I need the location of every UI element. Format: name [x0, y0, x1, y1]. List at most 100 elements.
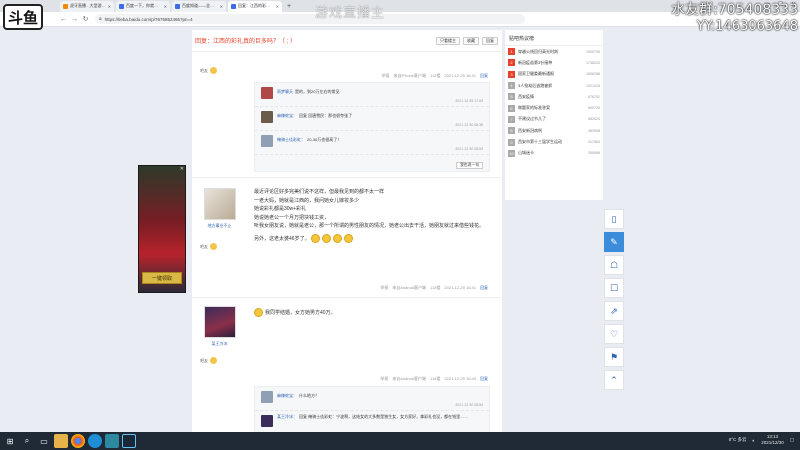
report-icon[interactable]: ⚑	[604, 347, 624, 367]
app-icon[interactable]	[105, 434, 119, 448]
avatar[interactable]	[261, 391, 273, 403]
search-icon[interactable]: ⌕	[20, 434, 34, 448]
hot-topic-item[interactable]: 3 国家卫健委最新通报 1698288	[505, 69, 603, 80]
report-link[interactable]: 举报	[382, 73, 390, 79]
reply-item: 俺骑士佳彩虹： 20-30万也很高了！ 2021-12-30 08:53	[255, 131, 489, 155]
close-icon[interactable]: ✕	[276, 4, 279, 9]
reply-button[interactable]: 回复	[482, 36, 498, 45]
post-line-text: 另外，这老太婆46岁了。	[254, 235, 310, 242]
client-source: 来自iPhone客户端	[393, 73, 427, 78]
post-line: 一老大妈，她就是江西的，我问她女儿嫁妆多少	[254, 197, 360, 204]
share-icon[interactable]: ⇗	[604, 301, 624, 321]
hot-topic-item[interactable]: 9 西安市第十三届学生运动 417664	[505, 136, 603, 147]
emoji-icon	[254, 308, 263, 317]
system-tray: 8°C 多云 🔈︎ 13:13 2021/12/30 ▢	[729, 434, 794, 446]
clock[interactable]: 13:13 2021/12/30	[761, 434, 784, 446]
avatar[interactable]	[261, 87, 273, 99]
close-icon[interactable]: ✕	[108, 4, 111, 9]
reply-text: 麻辣蛇宝： 回复 回唐雪民：那也很夸张了	[277, 113, 352, 119]
username[interactable]: 某王冷冰	[192, 341, 247, 347]
hot-topic-item[interactable]: 10 山城迷卡 399968	[505, 148, 603, 159]
like-icon[interactable]: ♡	[604, 324, 624, 344]
chrome-icon[interactable]	[71, 434, 85, 448]
reply-user[interactable]: 麻辣蛇宝：	[277, 393, 297, 398]
edge-icon[interactable]	[88, 434, 102, 448]
reload-icon[interactable]: ↻	[80, 15, 91, 23]
post-meta: 举报 来自iPhone客户端 112楼 2021-12-29 16:41 回复	[382, 73, 488, 79]
reply-content: 是的，到20万左右的常见	[295, 89, 340, 94]
hot-topic-label: 新冠疫苗第3针接种	[518, 59, 553, 65]
hot-topic-item[interactable]: 8 西安新冠病例 483998	[505, 125, 603, 136]
reply-user[interactable]: 麻辣蛇宝：	[277, 113, 297, 118]
floating-toolbar: ▯ ✎ ☖ ☐ ⇗ ♡ ⚑ ⌃	[604, 209, 624, 390]
post-body: 我同学结婚，女方她男方40万。	[254, 308, 494, 317]
notification-icon[interactable]: ▢	[790, 437, 794, 443]
hot-topic-count: 417664	[588, 140, 600, 145]
forward-icon[interactable]: →	[69, 16, 80, 23]
hot-topic-item[interactable]: 5 西安疫情 876752	[505, 91, 603, 102]
hot-topic-label: 不建议过节儿了	[518, 116, 546, 122]
post-line-text: 我同学结婚，女方她男方40万。	[265, 309, 336, 316]
back-icon[interactable]: ←	[58, 16, 69, 23]
tab-favicon	[119, 3, 124, 9]
report-link[interactable]: 举报	[380, 376, 388, 382]
gift-icon[interactable]: ☖	[604, 255, 624, 275]
close-icon[interactable]: ✕	[164, 4, 167, 9]
windows-start-icon[interactable]: ⊞	[3, 434, 17, 448]
game-ad-banner[interactable]: ✕ 一键领取	[138, 165, 186, 293]
reply-box: 雨梦聊天 是的，到20万左右的常见 2021-12-29 17:53 麻辣蛇宝：回…	[254, 82, 490, 172]
comment-icon[interactable]: ✎	[604, 232, 624, 252]
reply-user[interactable]: 某王冷冰：	[277, 414, 297, 419]
task-view-icon[interactable]: ▭	[37, 434, 51, 448]
close-icon[interactable]: ✕	[220, 4, 223, 9]
reply-item: 麻辣蛇宝： 什么地方？ 2021-12-30 08:54	[255, 387, 489, 411]
post-meta: 举报 来自Android客户端 114楼 2021-12-29 16:43 回复	[380, 376, 488, 382]
browser-tab[interactable]: 百度知道——全球领先的中文问答 ✕	[172, 0, 226, 12]
hot-topic-label: 穿越火线回归高光时刻	[518, 48, 558, 54]
favorite-button[interactable]: 收藏	[463, 36, 479, 45]
reply-link[interactable]: 回复	[480, 73, 488, 79]
reply-content: 20-30万也很高了！	[307, 137, 342, 142]
client-source: 来自Android客户端	[392, 285, 427, 290]
post-floor: 吧友 举报 来自iPhone客户端 112楼 2021-12-29 16:41 …	[192, 53, 502, 178]
hot-topic-item[interactable]: 7 不建议过节儿了 582624	[505, 114, 603, 125]
avatar[interactable]	[261, 415, 273, 427]
speaker-icon[interactable]: 🔈︎	[753, 438, 756, 443]
hot-topic-item[interactable]: 6 做题家的标准答案 690725	[505, 102, 603, 113]
rank-badge: 1	[508, 48, 515, 56]
rank-badge: 6	[508, 104, 515, 112]
explorer-icon[interactable]	[54, 434, 68, 448]
close-icon[interactable]: ✕	[180, 166, 184, 172]
steam-icon[interactable]	[122, 434, 136, 448]
rank-badge: 3	[508, 70, 515, 78]
avatar[interactable]	[203, 188, 236, 220]
report-link[interactable]: 举报	[380, 285, 388, 291]
user-level: 吧友	[192, 357, 247, 364]
hot-topic-item[interactable]: 2 新冠疫苗第3针接种 1738033	[505, 57, 603, 68]
level-label: 吧友	[200, 357, 208, 363]
avatar[interactable]	[261, 111, 273, 123]
hot-topic-item[interactable]: 1 穿越火线回归高光时刻 1905796	[505, 46, 603, 57]
phone-icon[interactable]: ▯	[604, 209, 624, 229]
new-tab-button[interactable]: +	[287, 3, 291, 10]
reply-text: 俺骑士佳彩虹： 20-30万也很高了！	[277, 137, 341, 143]
reply-user[interactable]: 雨梦聊天	[277, 89, 293, 94]
browser-tab[interactable]: 虎牙直播 - 大型游戏门户 (Huya.com) ✕	[60, 0, 114, 12]
say-something-button[interactable]: 我也说一句	[456, 162, 483, 169]
user-badge[interactable]: 地方事业不止	[192, 223, 247, 229]
reply-user[interactable]: 俺骑士佳彩虹：	[277, 137, 305, 142]
browser-tab[interactable]: 百度一下，你就知道 ✕	[116, 0, 170, 12]
back-to-top-icon[interactable]: ⌃	[604, 370, 624, 390]
ad-claim-button[interactable]: 一键领取	[142, 272, 182, 284]
reply-link[interactable]: 回复	[480, 376, 488, 382]
avatar[interactable]	[203, 306, 236, 338]
weather-status[interactable]: 8°C 多云	[729, 437, 747, 443]
hot-topic-item[interactable]: 4 3人抢劫后逃跑被抓 1021416	[505, 80, 603, 91]
url-field[interactable]: 🔒︎ https://tieba.baidu.com/p/7676852465?…	[95, 14, 525, 24]
browser-tab-active[interactable]: 回复：江西的彩礼真的巨多吗？ ✕	[228, 0, 282, 12]
hot-topic-label: 3人抢劫后逃跑被抓	[518, 82, 553, 88]
forum-icon[interactable]: ☐	[604, 278, 624, 298]
avatar[interactable]	[261, 135, 273, 147]
reply-link[interactable]: 回复	[480, 285, 488, 291]
only-op-button[interactable]: 只看楼主	[436, 36, 460, 45]
